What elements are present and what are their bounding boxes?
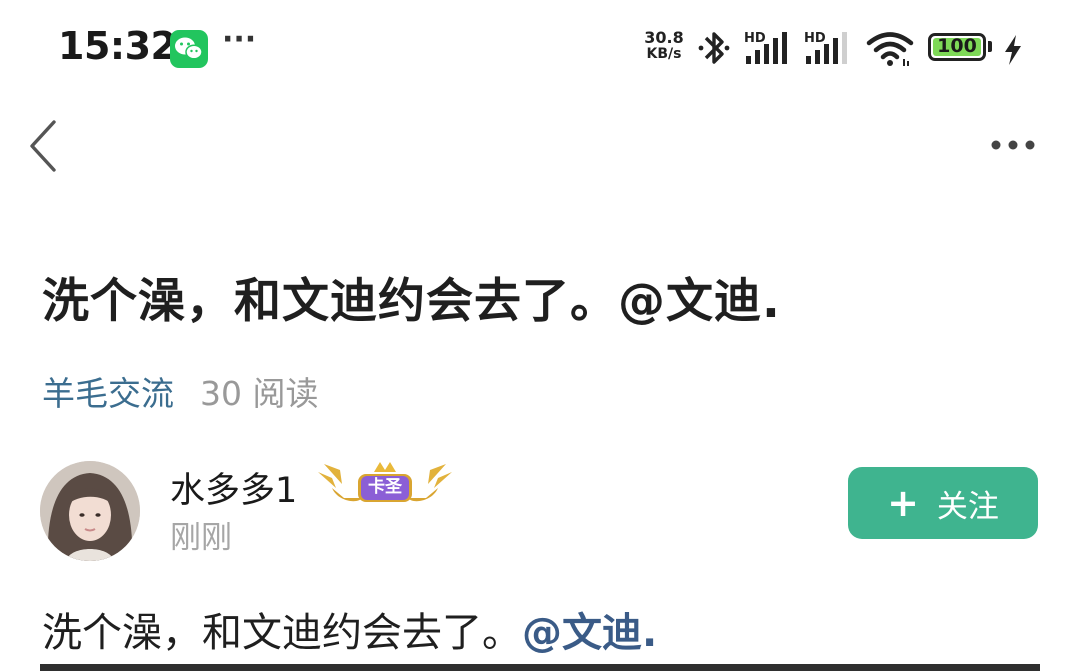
more-horizontal-icon [991, 140, 1035, 150]
post-meta: 羊毛交流 30 阅读 [42, 367, 318, 415]
post-body-text: 洗个澡，和文迪约会去了。 [42, 610, 522, 656]
post-image[interactable] [40, 664, 1040, 671]
network-speed: 30.8 KB/s [638, 28, 690, 63]
charging-bolt-icon [1002, 34, 1024, 70]
battery-icon: 100 [928, 33, 986, 61]
notification-more-icon: ··· [222, 22, 257, 57]
back-button[interactable] [22, 114, 72, 178]
mention-link[interactable]: @文迪. [522, 610, 657, 656]
follow-label: 关注 [936, 488, 999, 525]
author-name[interactable]: 水多多1 [170, 462, 297, 513]
signal-icon: HD [742, 28, 798, 72]
battery-tip [988, 41, 992, 52]
follow-button[interactable]: + 关注 [848, 467, 1038, 539]
read-count: 30 阅读 [200, 374, 319, 413]
avatar-image [40, 461, 140, 561]
signal-hd-label: HD [744, 31, 766, 46]
level-badge: 卡圣 [314, 458, 456, 510]
network-speed-value: 30.8 [644, 28, 684, 47]
battery-percent: 100 [937, 35, 977, 57]
status-bar: 15:32 ··· 30.8 KB/s HD HD 100 [0, 0, 1080, 96]
avatar[interactable] [40, 461, 140, 561]
wechat-icon [170, 30, 208, 68]
category-link[interactable]: 羊毛交流 [42, 374, 174, 413]
wifi-icon [866, 32, 916, 72]
signal-icon: HD [802, 28, 858, 72]
more-options-button[interactable] [986, 130, 1046, 160]
bluetooth-icon [696, 28, 732, 72]
signal-hd-label: HD [804, 31, 826, 46]
level-badge-label: 卡圣 [368, 477, 402, 497]
post-title: 洗个澡，和文迪约会去了。@文迪. [42, 274, 781, 329]
plus-icon: + [887, 481, 919, 525]
status-time: 15:32 [58, 24, 177, 68]
post-body: 洗个澡，和文迪约会去了。@文迪. [42, 600, 657, 658]
chevron-left-icon [30, 120, 56, 172]
post-time: 刚刚 [170, 520, 232, 556]
post-detail-screen: 15:32 ··· 30.8 KB/s HD HD 100 洗个澡，和文迪约会去… [0, 0, 1080, 671]
network-speed-unit: KB/s [646, 46, 682, 62]
